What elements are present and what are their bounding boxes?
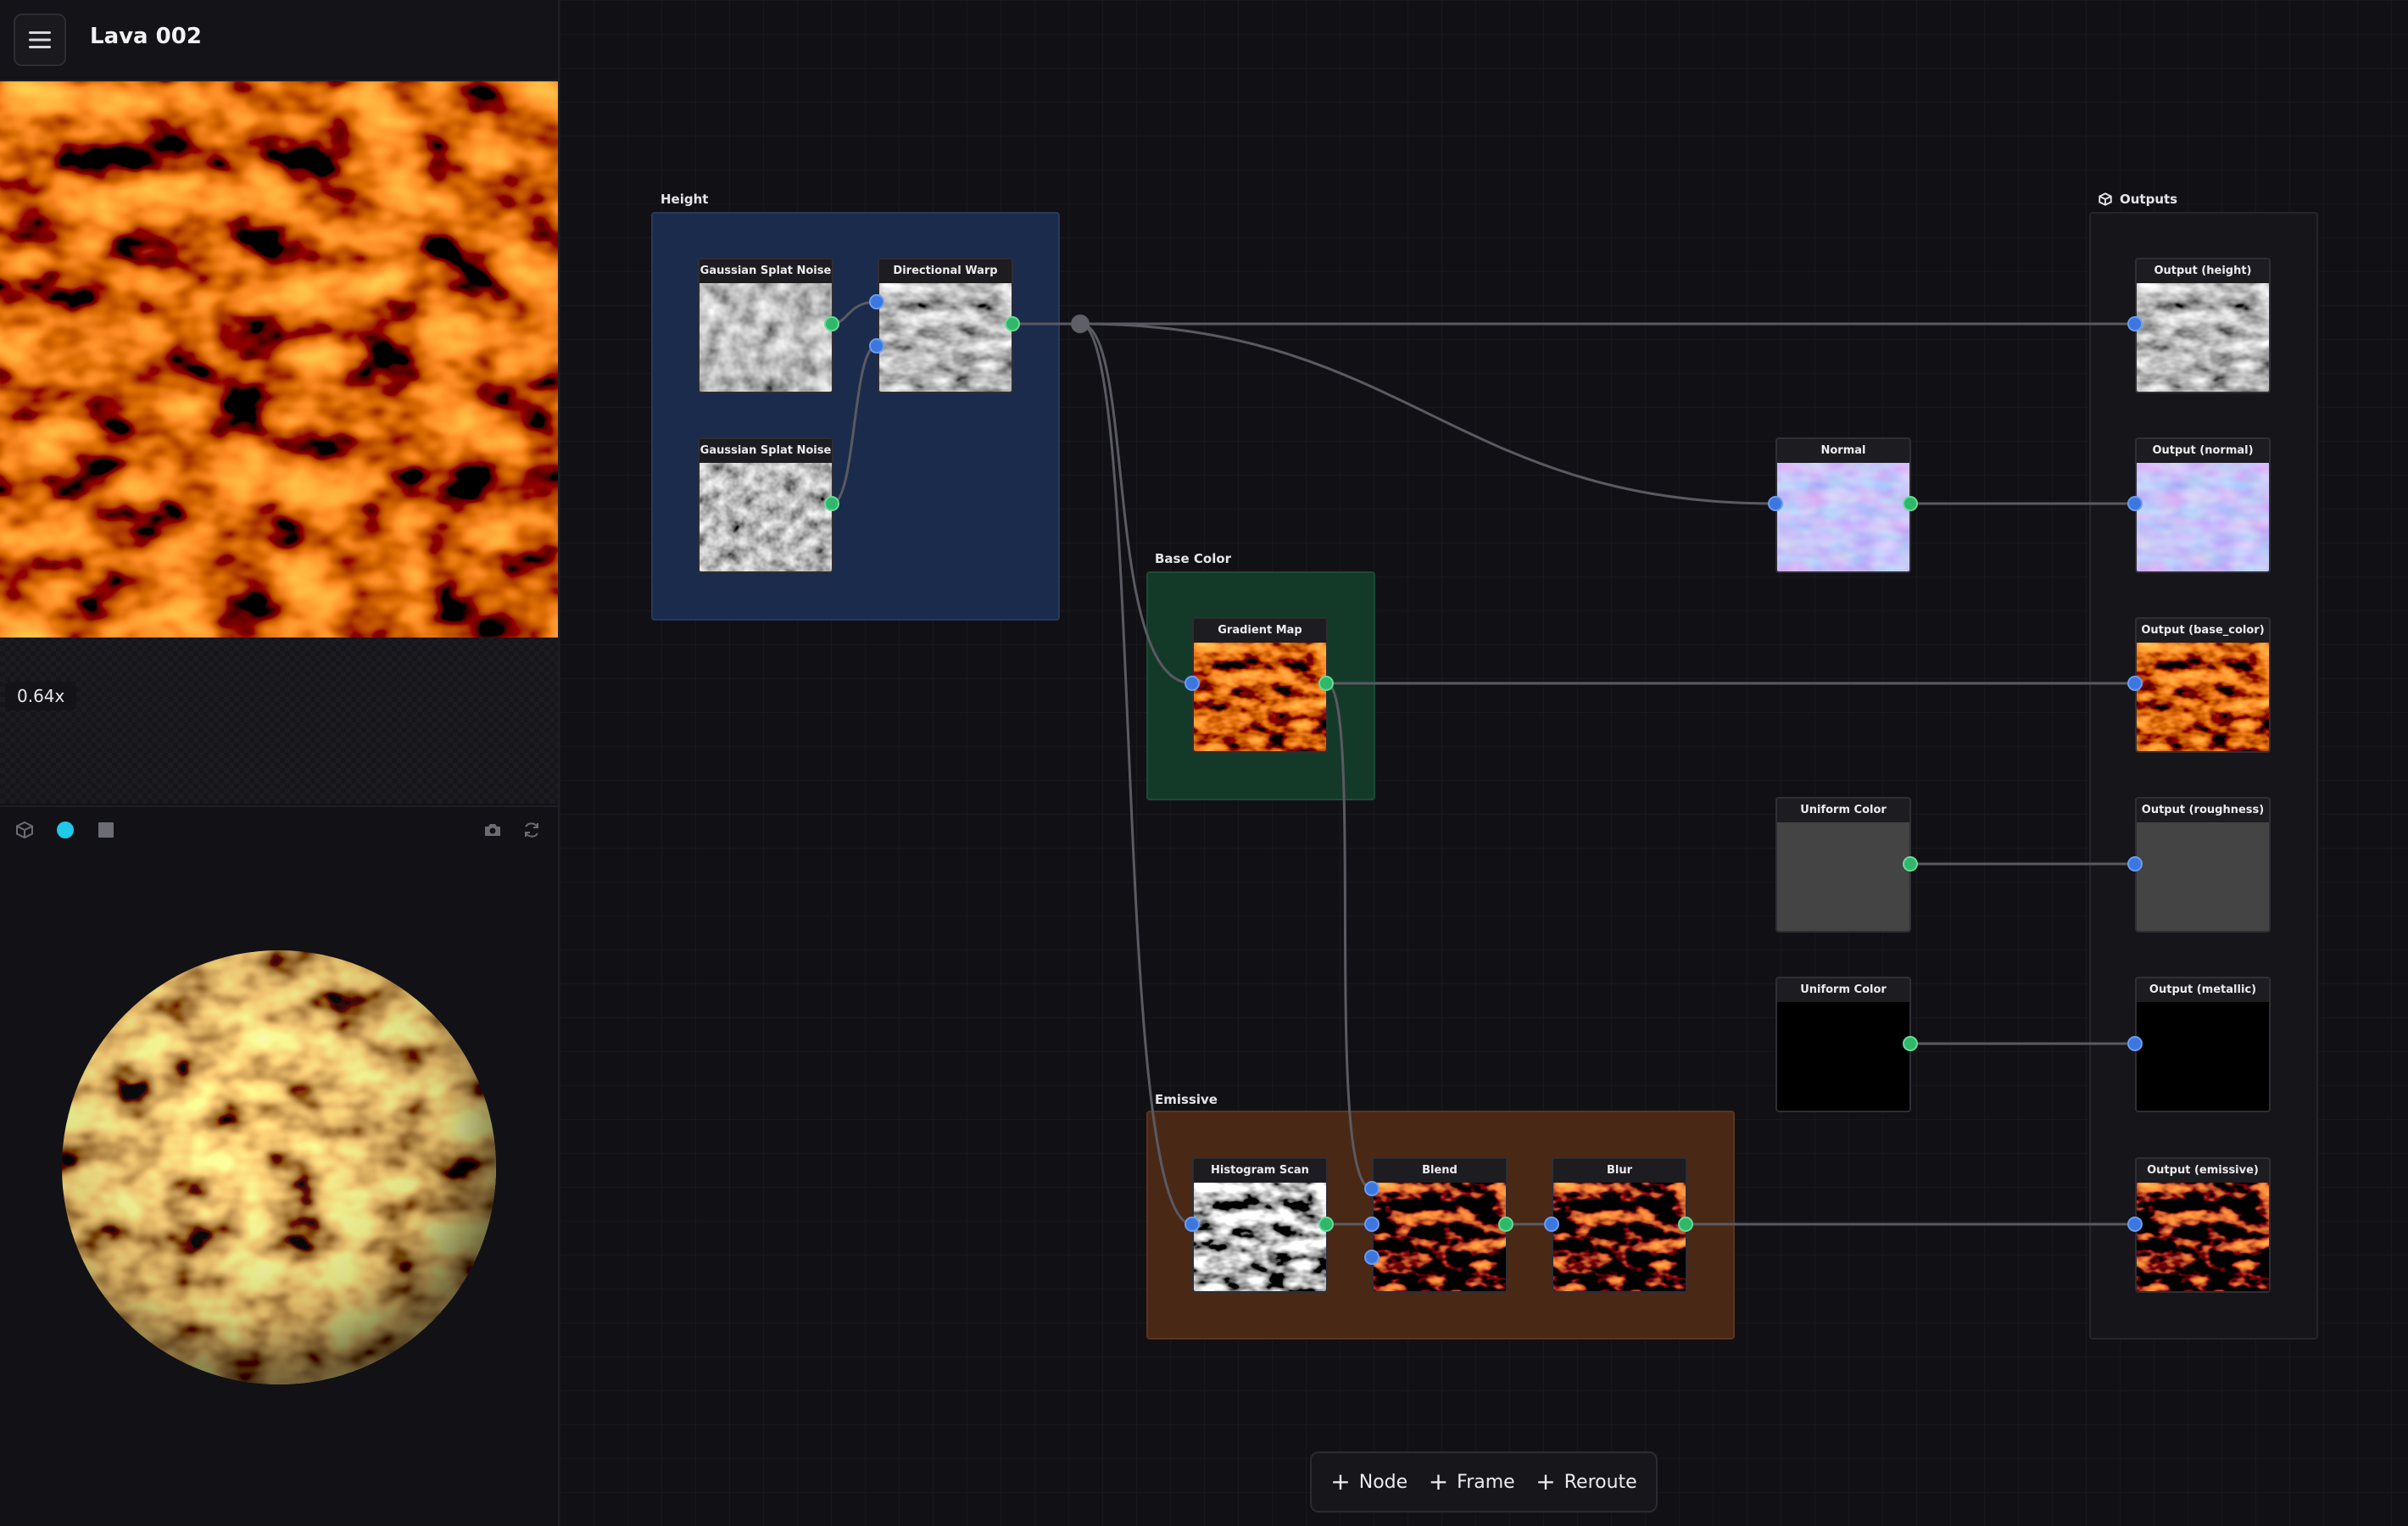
node-thumbnail [1194,1183,1326,1291]
add-node-label: Node [1358,1471,1408,1493]
node-histogram-scan[interactable]: Histogram Scan [1192,1157,1328,1293]
node-thumbnail [1777,822,1909,931]
node-thumbnail [700,463,832,571]
refresh-icon[interactable] [519,817,544,843]
node-output-base-color[interactable]: Output (base_color) [2135,617,2271,753]
node-title: Normal [1777,439,1909,463]
node-gaussian-splat-noise-2[interactable]: Gaussian Splat Noise [698,437,833,573]
node-uniform-color-1[interactable]: Uniform Color [1775,797,1911,933]
node-thumbnail [879,283,1012,392]
output-port[interactable] [1903,496,1918,511]
top-bar: Lava 002 [0,0,558,81]
node-title: Output (metallic) [2137,978,2269,1002]
node-connections [831,300,2135,1226]
node-title: Output (normal) [2137,439,2269,463]
node-gradient-map[interactable]: Gradient Map [1192,617,1328,753]
node-title: Gaussian Splat Noise [700,439,832,463]
reroute-node [1071,315,1090,333]
hamburger-icon [29,31,51,48]
input-port[interactable] [1364,1181,1380,1196]
node-output-emissive[interactable]: Output (emissive) [2135,1157,2271,1293]
zoom-level: 0.64x [5,682,77,710]
node-output-metallic[interactable]: Output (metallic) [2135,977,2271,1112]
preview-3d-toolbar [0,805,558,851]
input-port[interactable] [2127,856,2143,872]
output-port[interactable] [1678,1217,1693,1232]
node-thumbnail [1374,1183,1506,1291]
input-port[interactable] [2127,316,2143,331]
left-panel: Lava 002 0.64x [0,0,560,1526]
node-thumbnail [1777,1002,1909,1111]
output-port[interactable] [824,316,839,331]
node-normal[interactable]: Normal [1775,437,1911,573]
input-port[interactable] [1544,1217,1559,1232]
node-thumbnail [2137,463,2269,571]
output-port[interactable] [824,496,839,511]
input-port[interactable] [869,294,884,309]
node-thumbnail [2137,1183,2269,1291]
node-title: Gaussian Splat Noise [700,259,832,283]
output-port[interactable] [1903,1036,1918,1051]
node-thumbnail [2137,283,2269,392]
node-title: Blend [1374,1159,1506,1183]
node-title: Gradient Map [1194,619,1326,643]
node-title: Uniform Color [1777,799,1909,822]
node-thumbnail [1194,643,1326,751]
output-port[interactable] [1005,316,1020,331]
node-blur[interactable]: Blur [1552,1157,1687,1293]
plus-icon: + [1330,1468,1351,1495]
input-port[interactable] [2127,1036,2143,1051]
plus-icon: + [1428,1468,1449,1495]
node-title: Output (base_color) [2137,619,2269,643]
input-port[interactable] [2127,1217,2143,1232]
node-thumbnail [2137,1002,2269,1111]
input-port[interactable] [2127,496,2143,511]
output-port[interactable] [1498,1217,1513,1232]
node-output-roughness[interactable]: Output (roughness) [2135,797,2271,933]
add-frame-button[interactable]: + Frame [1428,1468,1515,1495]
plane-icon[interactable] [93,817,119,843]
node-thumbnail [1553,1183,1686,1291]
node-directional-warp[interactable]: Directional Warp [878,258,1013,393]
sphere-icon[interactable] [53,817,78,843]
cube-icon[interactable] [12,817,37,843]
node-output-normal[interactable]: Output (normal) [2135,437,2271,573]
output-port[interactable] [1318,676,1334,691]
input-port[interactable] [2127,676,2143,691]
add-frame-label: Frame [1457,1471,1515,1493]
input-port[interactable] [1768,496,1783,511]
lava-texture-preview [0,81,558,638]
input-port[interactable] [1184,676,1200,691]
add-reroute-label: Reroute [1564,1471,1637,1493]
canvas-toolbar: + Node + Frame + Reroute [1310,1451,1658,1512]
node-title: Histogram Scan [1194,1159,1326,1183]
node-thumbnail [2137,822,2269,931]
plus-icon: + [1536,1468,1556,1495]
node-title: Output (roughness) [2137,799,2269,822]
node-title: Output (emissive) [2137,1159,2269,1183]
node-title: Blur [1553,1159,1686,1183]
input-port[interactable] [869,338,884,354]
document-title: Lava 002 [90,24,202,49]
node-title: Directional Warp [879,259,1012,283]
node-title: Uniform Color [1777,978,1909,1002]
output-port[interactable] [1903,856,1918,872]
node-thumbnail [1777,463,1909,571]
camera-icon[interactable] [480,817,505,843]
node-gaussian-splat-noise-1[interactable]: Gaussian Splat Noise [698,258,833,393]
node-output-height[interactable]: Output (height) [2135,258,2271,393]
node-blend[interactable]: Blend [1372,1157,1508,1293]
node-thumbnail [2137,643,2269,751]
node-uniform-color-2[interactable]: Uniform Color [1775,977,1911,1112]
material-sphere-preview[interactable] [59,948,499,1387]
add-reroute-button[interactable]: + Reroute [1536,1468,1637,1495]
output-port[interactable] [1318,1217,1334,1232]
input-port[interactable] [1364,1217,1380,1232]
node-thumbnail [700,283,832,392]
input-port[interactable] [1184,1217,1200,1232]
menu-button[interactable] [14,14,66,66]
add-node-button[interactable]: + Node [1330,1468,1408,1495]
input-port[interactable] [1364,1250,1380,1265]
node-title: Output (height) [2137,259,2269,283]
